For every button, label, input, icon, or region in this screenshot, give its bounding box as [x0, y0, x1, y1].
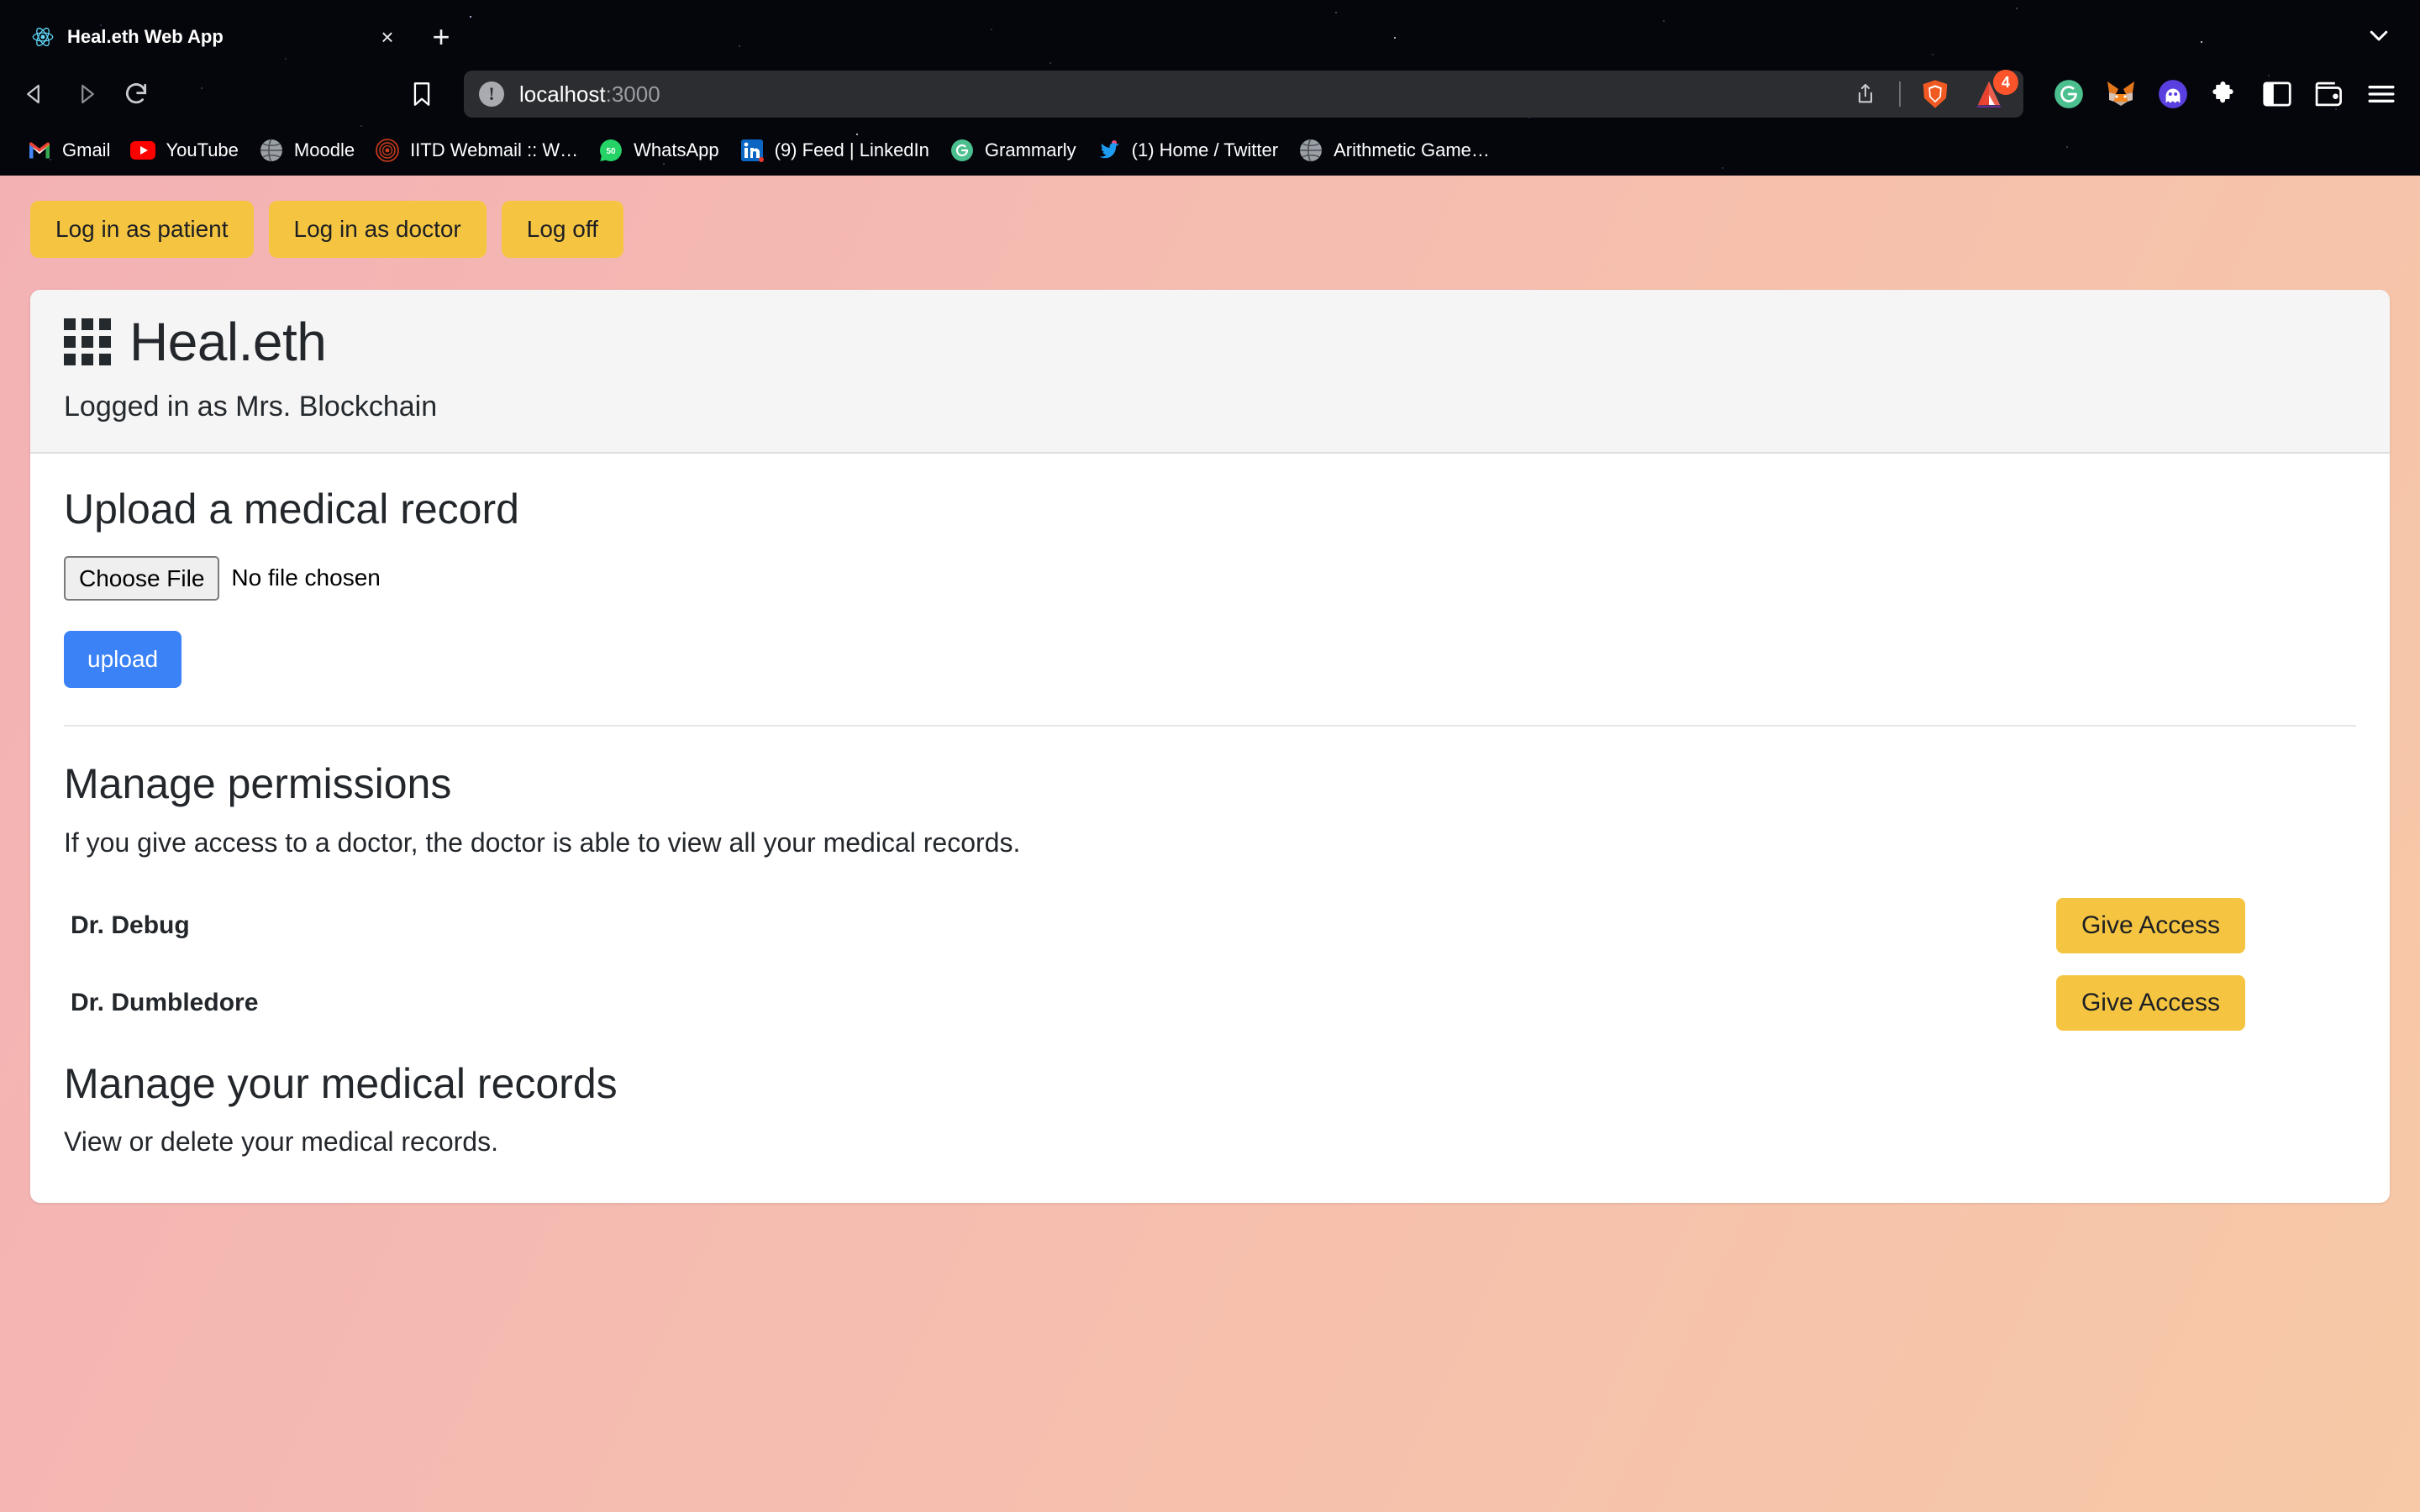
whatsapp-icon: 50 [598, 138, 623, 163]
bookmark-grammarly[interactable]: Grammarly [943, 133, 1090, 168]
rewards-badge: 4 [1993, 70, 2018, 95]
bookmark-label: WhatsApp [634, 139, 719, 160]
bookmark-icon[interactable] [398, 71, 445, 118]
ghost-extension-icon[interactable] [2153, 74, 2193, 114]
url-port: :3000 [605, 81, 660, 107]
bookmark-label: IITD Webmail :: W… [410, 139, 579, 160]
brave-rewards-bat-icon[interactable]: 4 [1966, 70, 2018, 115]
records-section-title: Manage your medical records [64, 1059, 618, 1107]
bookmark-twitter[interactable]: (1) Home / Twitter [1090, 133, 1292, 168]
table-row: Dr. Debug Give Access [64, 887, 2356, 964]
grammarly-extension-icon[interactable] [2049, 74, 2089, 114]
globe-icon [1298, 138, 1323, 163]
doctor-name: Dr. Debug [71, 911, 190, 939]
doctor-name: Dr. Dumbledore [71, 988, 259, 1016]
page-title: Heal.eth [129, 312, 327, 372]
bookmark-arithmetic-game[interactable]: Arithmetic Game… [1292, 133, 1503, 168]
choose-file-button[interactable]: Choose File [64, 555, 220, 601]
bookmark-label: Arithmetic Game… [1334, 139, 1490, 160]
file-status-label: No file chosen [231, 564, 381, 591]
globe-icon [259, 138, 284, 163]
log-off-button[interactable]: Log off [501, 201, 623, 258]
upload-button[interactable]: upload [64, 631, 182, 689]
doctor-permission-list: Dr. Debug Give Access Dr. Dumbledore Giv… [64, 887, 2356, 1042]
twitter-icon [1097, 138, 1122, 163]
logged-in-status: Logged in as Mrs. Blockchain [64, 391, 438, 423]
tab-title: Heal.eth Web App [67, 26, 224, 47]
sidebar-toggle-icon[interactable] [2257, 74, 2297, 114]
webmail-icon [375, 138, 400, 163]
youtube-icon [130, 138, 156, 163]
toolbar-divider [1899, 81, 1901, 107]
app-card-body: Upload a medical record Choose File No f… [30, 454, 2390, 1203]
bookmark-gmail[interactable]: Gmail [20, 133, 124, 168]
linkedin-icon [739, 138, 765, 163]
bookmark-linkedin[interactable]: (9) Feed | LinkedIn [733, 133, 943, 168]
bookmark-label: YouTube [166, 139, 239, 160]
table-row: Dr. Dumbledore Give Access [64, 964, 2356, 1042]
upload-section-title: Upload a medical record [64, 486, 519, 533]
give-access-button[interactable]: Give Access [2055, 897, 2245, 953]
login-as-doctor-button[interactable]: Log in as doctor [268, 201, 487, 258]
auth-button-bar: Log in as patient Log in as doctor Log o… [0, 176, 2420, 258]
bookmark-label: (1) Home / Twitter [1131, 139, 1279, 160]
extension-toolbar [2049, 74, 2402, 114]
react-logo-icon [30, 24, 55, 50]
brave-wallet-icon[interactable] [2309, 74, 2349, 114]
url-bar-actions: 4 [1845, 70, 2018, 115]
brand-row: Heal.eth [64, 315, 2356, 369]
url-text: localhost:3000 [519, 81, 660, 108]
browser-window: Heal.eth Web App × + ! localhost:3000 4 … [0, 0, 2420, 1512]
browser-menu-icon[interactable] [2361, 74, 2402, 114]
brave-shield-icon[interactable] [1914, 73, 1956, 115]
tabstrip-right-controls [2360, 16, 2420, 63]
grammarly-icon [950, 138, 975, 163]
bookmark-iitd-webmail[interactable]: IITD Webmail :: W… [368, 133, 592, 168]
forward-arrow-icon[interactable] [62, 71, 109, 118]
url-host: localhost [519, 81, 606, 107]
bookmark-moodle[interactable]: Moodle [252, 133, 368, 168]
file-input-row[interactable]: Choose File No file chosen [64, 555, 2356, 601]
tab-strip: Heal.eth Web App × + [0, 0, 2420, 63]
bookmark-whatsapp[interactable]: 50 WhatsApp [592, 133, 733, 168]
tab-heal-eth-web-app[interactable]: Heal.eth Web App × [15, 11, 410, 63]
gmail-icon [27, 138, 52, 163]
login-as-patient-button[interactable]: Log in as patient [30, 201, 254, 258]
not-secure-info-icon[interactable]: ! [479, 81, 504, 107]
back-arrow-icon[interactable] [12, 71, 59, 118]
give-access-button[interactable]: Give Access [2055, 974, 2245, 1031]
chevron-down-icon[interactable] [2360, 16, 2398, 55]
section-divider [64, 725, 2356, 727]
app-card: Heal.eth Logged in as Mrs. Blockchain Up… [30, 290, 2390, 1204]
bookmarks-bar: Gmail YouTube Moodle IITD Webmail:: W… … [0, 125, 2420, 176]
bookmark-label: Grammarly [984, 139, 1076, 160]
share-icon[interactable] [1845, 74, 1886, 114]
app-card-header: Heal.eth Logged in as Mrs. Blockchain [30, 290, 2390, 454]
records-description: View or delete your medical records. [64, 1126, 498, 1158]
browser-chrome: Heal.eth Web App × + ! localhost:3000 4 … [0, 0, 2420, 176]
grid-logo-icon [64, 318, 111, 365]
new-tab-button[interactable]: + [422, 18, 460, 56]
close-icon[interactable]: × [373, 23, 402, 51]
svg-text:50: 50 [607, 147, 617, 156]
permissions-section-title: Manage permissions [64, 760, 452, 808]
bookmark-label: (9) Feed | LinkedIn [774, 139, 929, 160]
page-viewport: Log in as patient Log in as doctor Log o… [0, 176, 2420, 1512]
browser-toolbar: ! localhost:3000 4 [0, 63, 2420, 125]
url-bar[interactable]: ! localhost:3000 4 [464, 70, 2023, 118]
permissions-description: If you give access to a doctor, the doct… [64, 827, 1021, 858]
puzzle-extensions-icon[interactable] [2205, 74, 2245, 114]
reload-icon[interactable] [113, 71, 160, 118]
bookmark-youtube[interactable]: YouTube [124, 133, 251, 168]
bookmark-label: Gmail [62, 139, 111, 160]
metamask-extension-icon[interactable] [2101, 74, 2141, 114]
bookmark-label: Moodle [293, 139, 355, 160]
